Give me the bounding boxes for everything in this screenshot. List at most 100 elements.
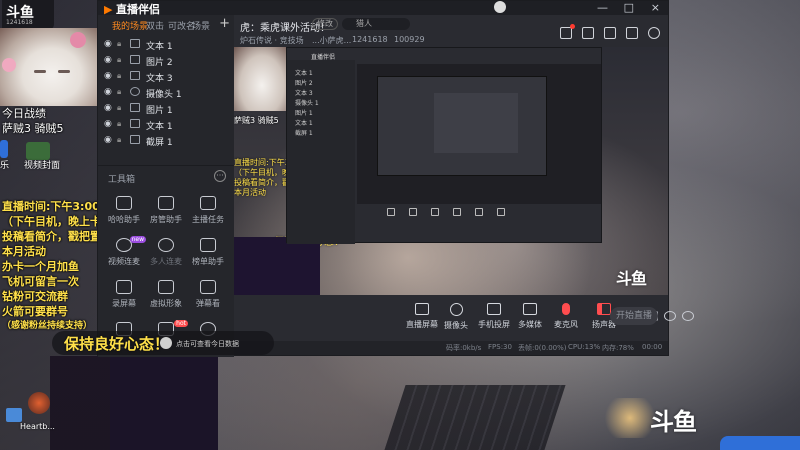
text-layer-icon (130, 119, 140, 128)
flower-decoration (70, 32, 86, 48)
layer-name: 截屏 1 (146, 138, 173, 148)
room-number-text: 1241618 (6, 19, 33, 26)
screen-icon (415, 303, 429, 315)
edit-title-button[interactable]: 修改 (312, 18, 338, 30)
nested-mic-icon (475, 208, 483, 216)
camera-layer-icon (130, 87, 140, 96)
preview-line: 本月活动 (234, 188, 266, 197)
phone-icon (487, 303, 501, 315)
layer-item[interactable]: ◉ 🔒︎ 摄像头 1 (98, 85, 234, 101)
add-scene-button[interactable]: + (219, 16, 230, 31)
nested-layer: 图片 1 (295, 110, 313, 117)
status-drop: 丢帧:0(0.00%) (518, 344, 567, 352)
eye-icon[interactable]: ◉ (104, 39, 112, 49)
layer-name: 文本 1 (146, 122, 173, 132)
microphone-button[interactable]: 麦克风 (546, 303, 586, 330)
nested-camera-icon (409, 208, 417, 216)
flower-decoration (2, 58, 16, 72)
lock-icon[interactable]: 🔒︎ (117, 39, 121, 49)
music-icon (0, 140, 8, 158)
lock-icon[interactable]: 🔒︎ (117, 87, 121, 97)
tool-item[interactable]: 主播任务 (186, 196, 230, 232)
lock-icon[interactable]: 🔒︎ (117, 71, 121, 81)
overlay-line: 萨贼3 骑贼5 (2, 122, 64, 135)
tool-item[interactable]: 录屏幕 (102, 280, 146, 316)
tool-item[interactable]: new 视频连麦 (102, 236, 146, 274)
lock-icon[interactable]: 🔒︎ (117, 135, 121, 145)
eye-icon[interactable]: ◉ (104, 87, 112, 97)
minimize-button[interactable]: — (597, 1, 608, 14)
nested-layer: 文本 1 (295, 70, 313, 77)
overlay-line: 火箭可要群号 (2, 305, 68, 318)
camera-icon (449, 303, 463, 316)
eye-icon[interactable]: ◉ (104, 71, 112, 81)
close-button[interactable]: × (651, 1, 660, 14)
image-layer-icon (130, 55, 140, 64)
maximize-button[interactable]: □ (624, 1, 634, 14)
room-name-field[interactable]: 猎人 (342, 18, 410, 30)
tab-double-click[interactable]: 双击 (146, 19, 164, 32)
cat-eye (34, 70, 46, 73)
layer-item[interactable]: ◉ 🔒︎ 文本 3 (98, 69, 234, 85)
layer-item[interactable]: ◉ 🔒︎ 图片 1 (98, 101, 234, 117)
tool-item[interactable]: 虚拟形象 (144, 280, 188, 316)
layer-item[interactable]: ◉ 🔒︎ 文本 1 (98, 37, 234, 53)
multimedia-button[interactable]: 多媒体 (510, 303, 550, 330)
eye-icon[interactable] (664, 311, 676, 321)
tab-scene[interactable]: 场景 (192, 19, 210, 32)
nested-layer: 文本 1 (295, 120, 313, 127)
tab-my-scene[interactable]: 我的场景 (112, 19, 148, 32)
tool-item[interactable]: 哈哈助手 (102, 196, 146, 232)
eye-icon[interactable]: ◉ (104, 119, 112, 129)
tool-label: 弹幕看 (196, 299, 220, 308)
status-bar: 码率:0kb/s FPS:30 丢帧:0(0.00%) CPU:13% 内存:7… (234, 341, 668, 355)
room-subtitle: ...小萨虎... (312, 36, 352, 45)
lock-icon[interactable]: 🔒︎ (117, 55, 121, 65)
nested-screen-icon (387, 208, 395, 216)
ranking-icon (200, 238, 216, 252)
lock-icon[interactable]: 🔒︎ (117, 119, 121, 129)
tool-label: 哈哈助手 (108, 215, 140, 224)
user-avatar[interactable] (494, 1, 506, 13)
stream-overlay-left: 斗鱼 1241618 今日战绩 萨贼3 骑贼5 乐 视频封面 直播时间:下午3:… (0, 0, 161, 450)
layer-name: 文本 1 (146, 42, 173, 52)
layer-item[interactable]: ◉ 🔒︎ 文本 1 (98, 117, 234, 133)
eye-icon[interactable]: ◉ (104, 55, 112, 65)
stream-preview[interactable]: 萨贼3 骑贼5 直播时间:下午3:00-晚上10:00 （下午目机，晚上卡材） … (234, 47, 668, 295)
tool-item[interactable]: 房管助手 (144, 196, 188, 232)
tool-item[interactable]: 弹幕看 (186, 280, 230, 316)
danmaku-icon (200, 280, 216, 294)
tool-label: 房管助手 (150, 215, 182, 224)
lock-icon[interactable]: 🔒︎ (117, 103, 121, 113)
tool-item[interactable]: 多人连麦 (144, 238, 188, 274)
eye-icon[interactable]: ◉ (104, 103, 112, 113)
eye-icon[interactable]: ◉ (104, 135, 112, 145)
unlock-icon[interactable] (582, 27, 594, 39)
status-cpu: CPU:13% (568, 343, 601, 351)
folder-icon[interactable] (626, 27, 638, 39)
phone-cast-button[interactable]: 手机投屏 (474, 303, 514, 330)
camera-button[interactable]: 摄像头 (436, 303, 476, 331)
settings-icon[interactable] (682, 311, 694, 321)
layer-item[interactable]: ◉ 🔒︎ 截屏 1 (98, 133, 234, 149)
share-icon[interactable] (648, 27, 660, 39)
notice-pill[interactable]: 保持良好心态！ 点击可查看今日数据 (52, 331, 274, 355)
overlay-line: 办卡一个月加鱼 (2, 260, 79, 273)
preview-cat-image (234, 47, 290, 111)
status-fps: FPS:30 (488, 343, 512, 351)
tool-label: 多人连麦 (150, 257, 182, 266)
gift-icon[interactable] (560, 24, 575, 39)
tool-label: 主播任务 (192, 215, 224, 224)
start-live-button[interactable]: 开始直播 (610, 307, 658, 325)
layer-item[interactable]: ◉ 🔒︎ 图片 2 (98, 53, 234, 69)
nested-phone-icon (431, 208, 439, 216)
toolbox-more-button[interactable]: ··· (214, 170, 226, 182)
screen-icon[interactable] (604, 27, 616, 39)
tool-item[interactable]: 榜单助手 (186, 238, 230, 274)
overlay-line: （感谢粉丝持续支持） (2, 321, 93, 331)
nested-scene-panel: 文本 1 图片 2 文本 3 摄像头 1 图片 1 文本 1 截屏 1 (287, 60, 355, 244)
category-link[interactable]: 炉石传说 · 竞技场 (240, 35, 304, 46)
viewer-avatar (28, 392, 50, 414)
notice-subtext: 点击可查看今日数据 (176, 340, 239, 348)
tab-rename[interactable]: 可改名 (168, 19, 195, 32)
